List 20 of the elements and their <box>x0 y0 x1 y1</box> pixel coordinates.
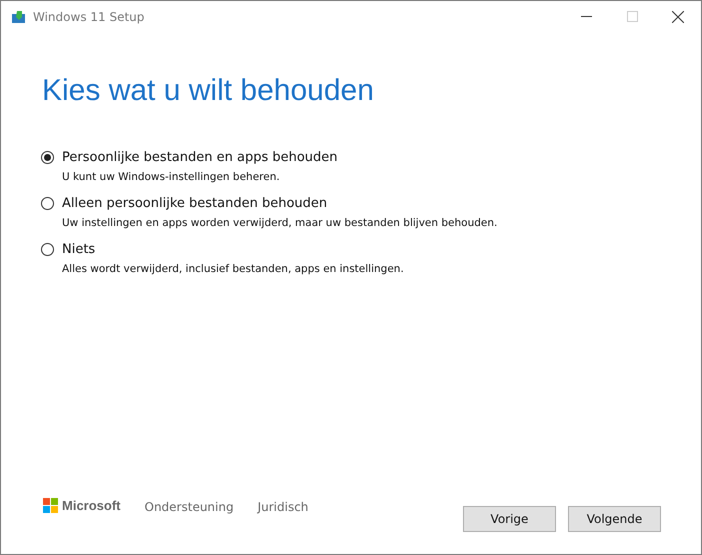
page-heading: Kies wat u wilt behouden <box>42 74 375 108</box>
radio-button[interactable] <box>41 197 54 210</box>
option-description: U kunt uw Windows-instellingen beheren. <box>62 171 281 183</box>
footer-link[interactable]: Ondersteuning <box>144 500 234 514</box>
close-icon[interactable] <box>672 10 684 22</box>
window-title: Windows 11 Setup <box>33 10 146 24</box>
logo-icon <box>43 498 58 513</box>
option-description: Alles wordt verwijderd, inclusief bestanden, apps en instellingen. <box>62 263 405 275</box>
footer-link[interactable]: Juridisch <box>258 500 308 514</box>
minimize-icon[interactable] <box>580 16 592 17</box>
nav-button[interactable]: Vorige <box>463 506 556 532</box>
nav-button[interactable]: Volgende <box>568 506 661 532</box>
option-description: Uw instellingen en apps worden verwijderd, maar uw bestanden blijven behouden. <box>62 217 498 229</box>
option-label[interactable]: Niets <box>62 242 96 257</box>
option-label[interactable]: Persoonlijke bestanden en apps behouden <box>62 150 338 165</box>
radio-button[interactable] <box>41 243 54 256</box>
radio-button[interactable] <box>41 151 54 164</box>
setup-icon <box>11 10 26 24</box>
brand-name: Microsoft <box>62 498 120 513</box>
option-label[interactable]: Alleen persoonlijke bestanden behouden <box>62 196 328 211</box>
